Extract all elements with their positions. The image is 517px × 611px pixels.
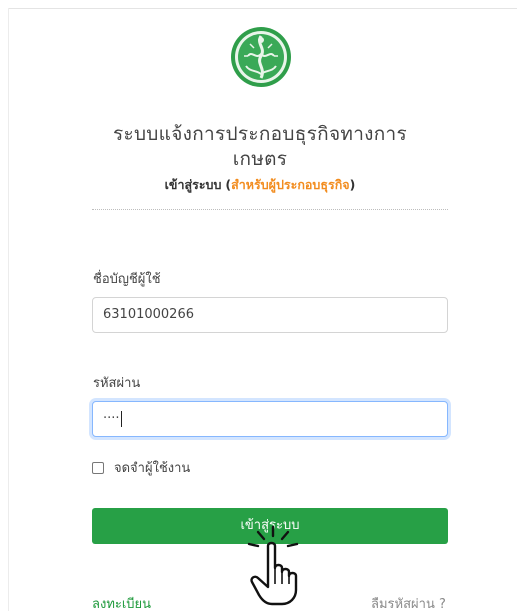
- subtitle-lead: เข้าสู่ระบบ: [164, 177, 222, 192]
- login-page: ระบบแจ้งการประกอบธุรกิจทางการ เกษตร เข้า…: [0, 0, 517, 611]
- username-input[interactable]: 63101000266: [92, 297, 448, 333]
- forgot-password-link[interactable]: ลืมรหัสผ่าน ?: [371, 593, 446, 611]
- subtitle-close-paren: ): [349, 177, 356, 192]
- login-subtitle: เข้าสู่ระบบ (สำหรับผู้ประกอบธุรกิจ): [60, 175, 460, 195]
- dotted-divider: [92, 209, 448, 210]
- remember-label: จดจำผู้ใช้งาน: [114, 461, 191, 476]
- top-divider: [8, 8, 517, 9]
- text-caret: [120, 410, 122, 427]
- remember-me[interactable]: จดจำผู้ใช้งาน: [92, 457, 190, 478]
- password-input[interactable]: ····: [92, 401, 448, 437]
- page-title-line2: เกษตร: [232, 148, 288, 170]
- register-link[interactable]: ลงทะเบียน: [92, 593, 151, 611]
- remember-checkbox[interactable]: [92, 461, 104, 474]
- hand-pointer-click-icon: [247, 525, 299, 606]
- agency-logo-icon: [231, 27, 291, 87]
- username-value: 63101000266: [103, 307, 194, 322]
- password-label: รหัสผ่าน: [93, 376, 141, 391]
- subtitle-accent: สำหรับผู้ประกอบธุรกิจ: [231, 177, 350, 192]
- username-label: ชื่อบัญชีผู้ใช้: [93, 272, 161, 287]
- password-value: ····: [103, 411, 120, 426]
- left-divider: [8, 8, 9, 611]
